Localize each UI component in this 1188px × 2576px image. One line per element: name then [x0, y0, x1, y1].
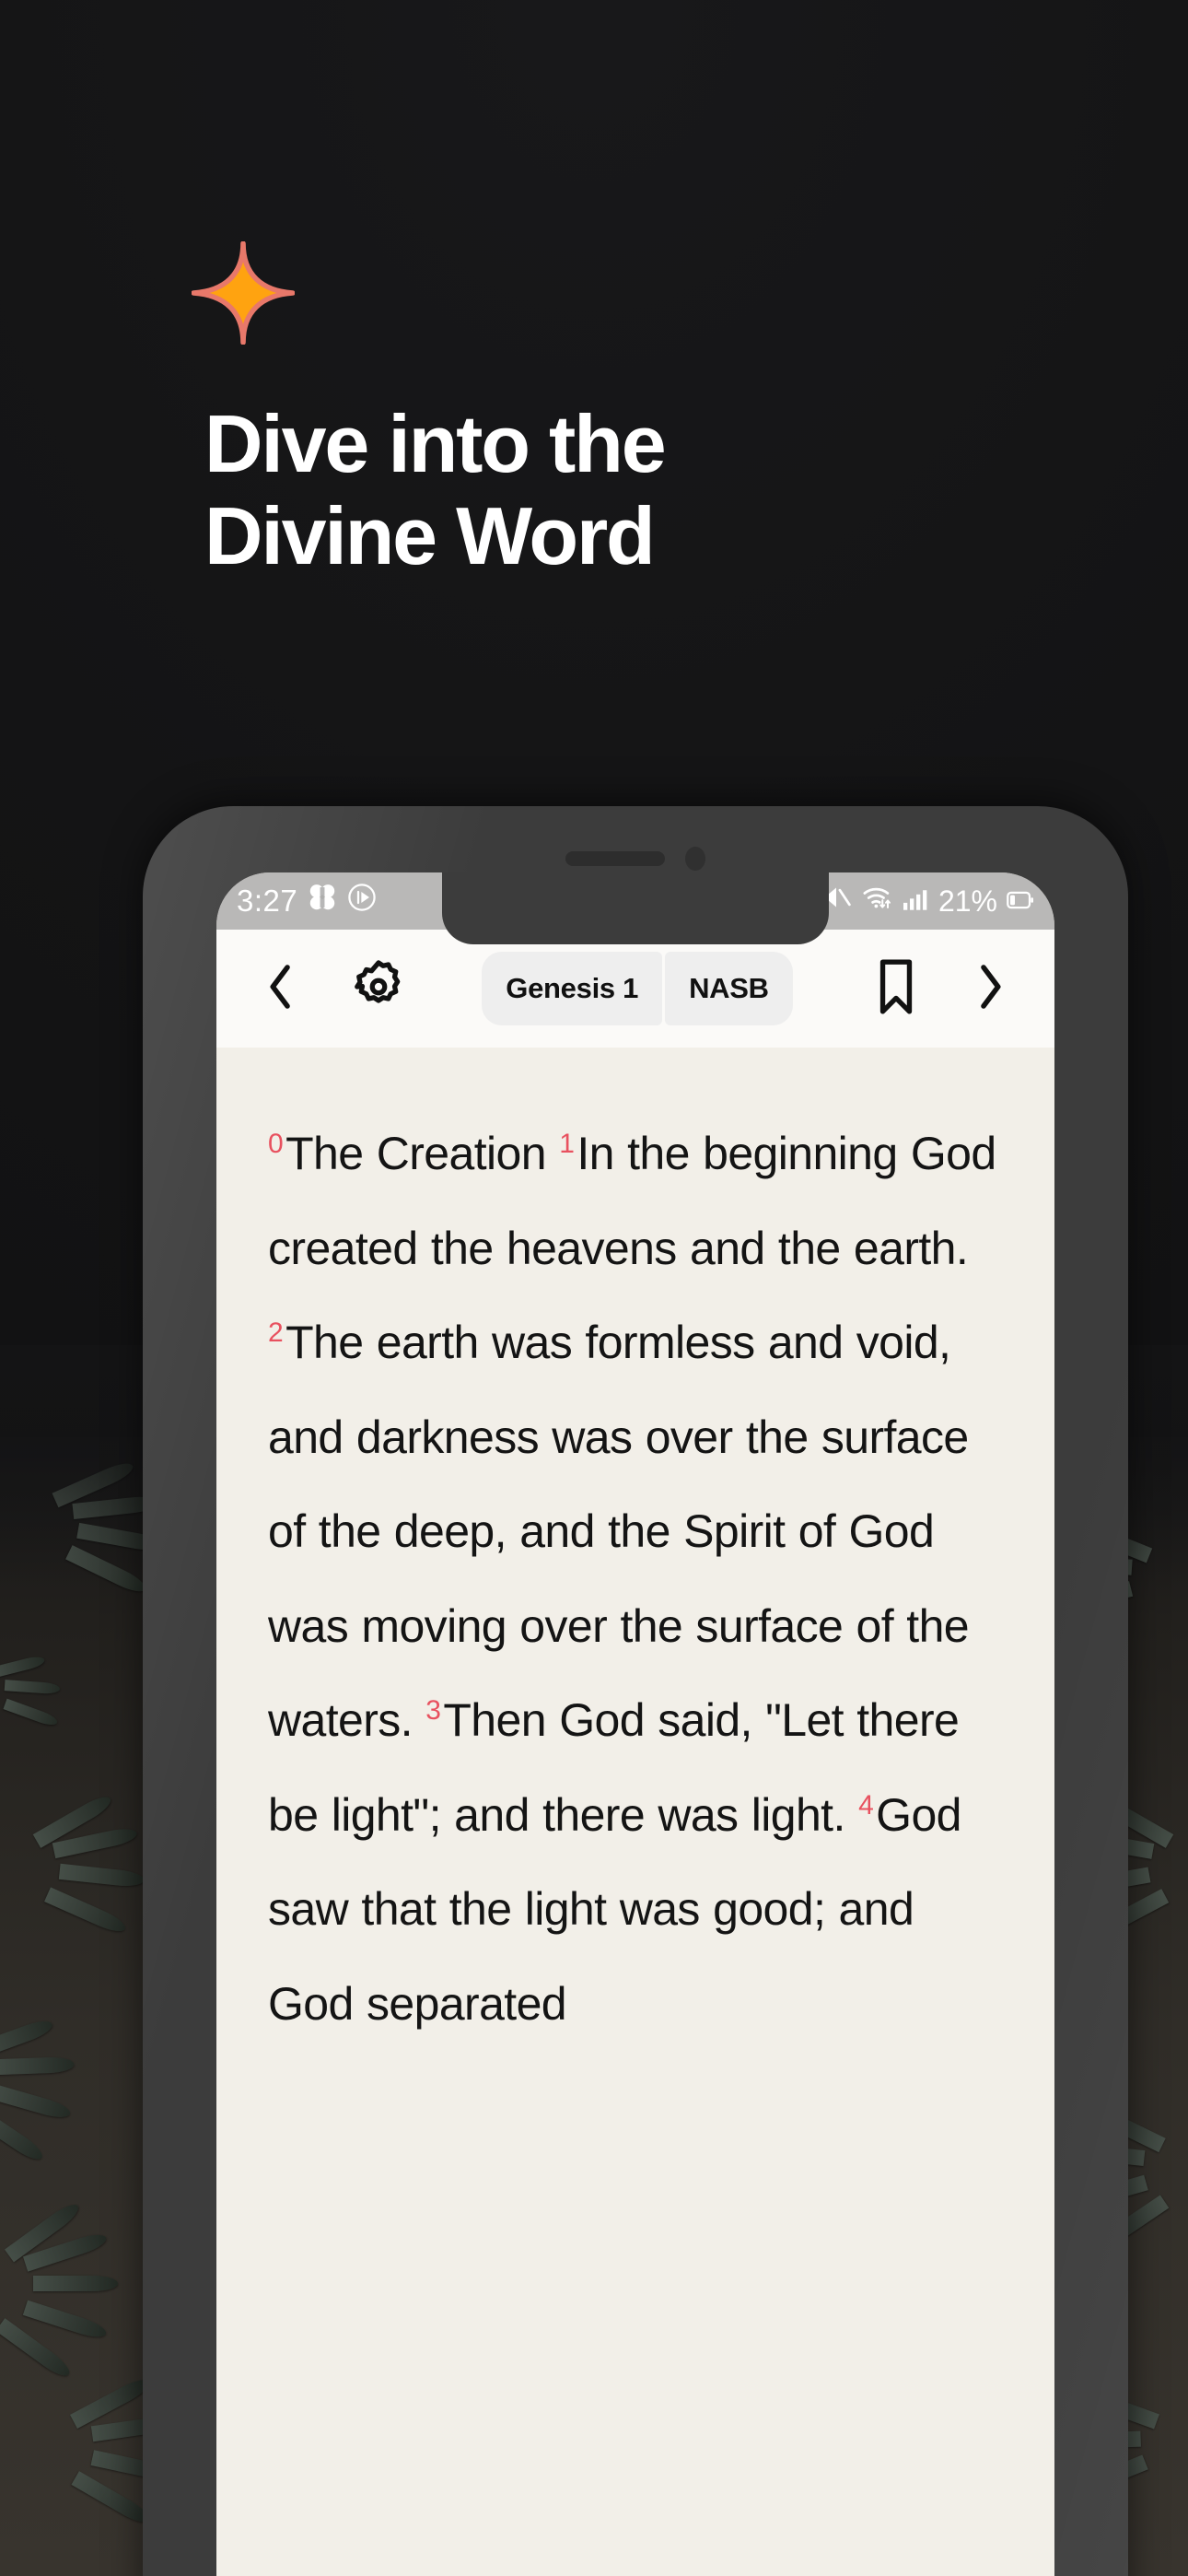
status-bar-right: 21% [821, 884, 1034, 919]
gear-icon [351, 959, 406, 1019]
status-bar: 3:27 21% [216, 872, 1054, 944]
section-heading-number: 0 [268, 1129, 284, 1160]
earpiece-speaker-icon [565, 851, 665, 866]
bookmark-button[interactable] [863, 955, 929, 1022]
phone-earpiece-area [565, 847, 705, 871]
battery-icon [1007, 884, 1034, 919]
notch-cutout [442, 872, 829, 944]
app-butterfly-icon [307, 884, 338, 919]
bookmark-icon [875, 958, 917, 1020]
next-chapter-button[interactable] [957, 955, 1023, 1022]
cellular-signal-icon [902, 884, 929, 919]
reader-toolbar: Genesis 1 NASB [216, 930, 1054, 1048]
chevron-left-icon [261, 961, 301, 1017]
chevron-right-icon [970, 961, 1010, 1017]
verse-number: 4 [858, 1789, 874, 1821]
phone-screen: 3:27 21% Genesis 1 NASB 0The Creation 1I… [216, 872, 1054, 2576]
verse-number: 1 [559, 1129, 575, 1160]
section-heading-title: The Creation [285, 1128, 546, 1179]
front-camera-icon [685, 847, 705, 871]
page-title: Dive into the Divine Word [204, 398, 667, 582]
wifi-icon [861, 884, 892, 919]
verse-text: The earth was formless and void, and dar… [268, 1317, 970, 1746]
media-play-circle-icon [347, 883, 377, 919]
phone-mockup: 3:27 21% Genesis 1 NASB 0The Creation 1I… [143, 806, 1128, 2576]
previous-chapter-button[interactable] [248, 955, 314, 1022]
scripture-body: 0The Creation 1In the beginning God crea… [268, 1107, 1003, 2051]
verse-number: 3 [425, 1695, 441, 1727]
chapter-selector-button[interactable]: Genesis 1 [482, 952, 663, 1025]
scripture-reader[interactable]: 0The Creation 1In the beginning God crea… [216, 1048, 1054, 2051]
settings-button[interactable] [345, 955, 412, 1022]
status-bar-clock: 3:27 [237, 884, 298, 918]
reference-pills: Genesis 1 NASB [482, 952, 793, 1025]
battery-percent-label: 21% [938, 884, 997, 918]
status-bar-left: 3:27 [237, 883, 377, 919]
verse-number: 2 [268, 1317, 284, 1349]
sparkle-star-icon [191, 240, 296, 345]
translation-selector-button[interactable]: NASB [665, 952, 793, 1025]
